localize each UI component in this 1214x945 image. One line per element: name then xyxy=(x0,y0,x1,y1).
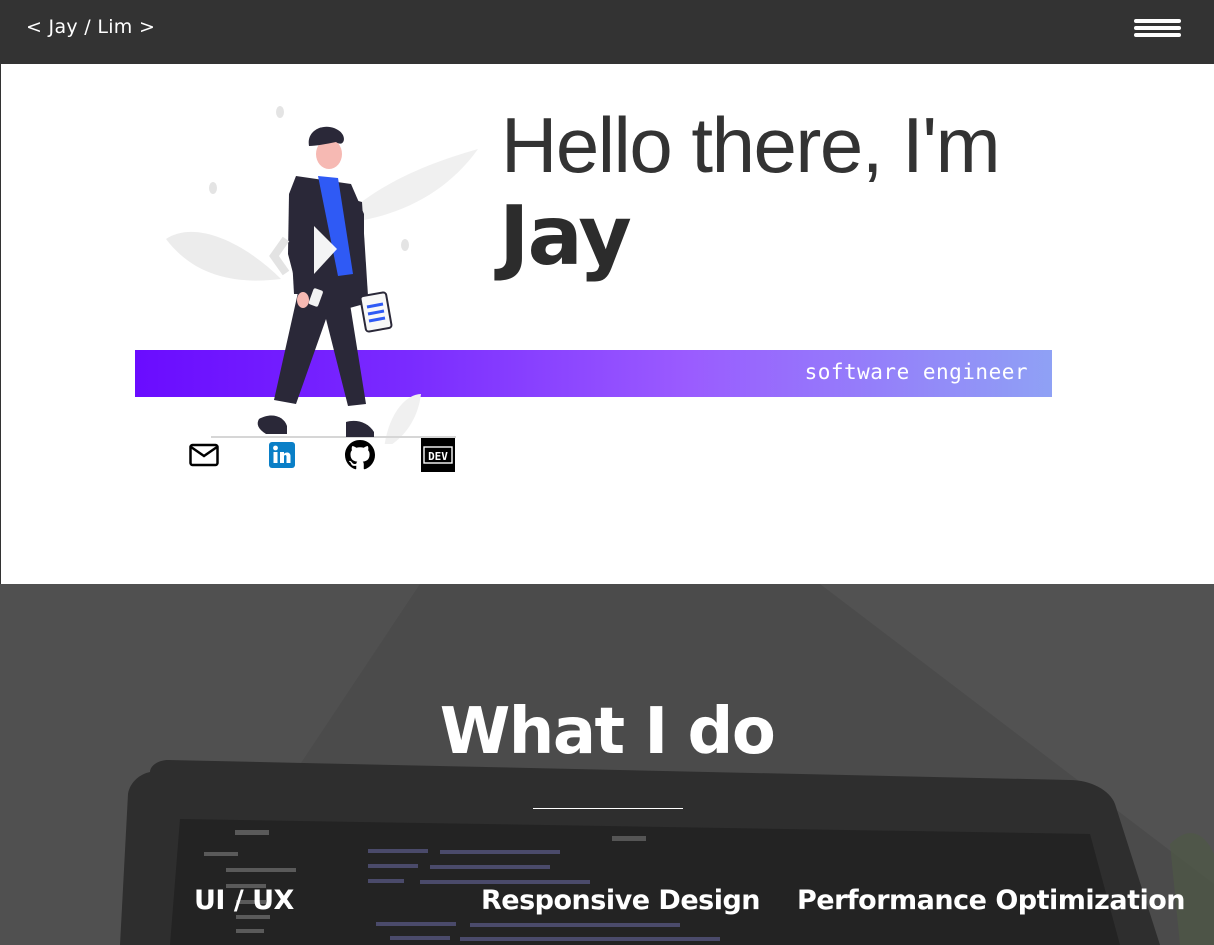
what-i-do-section: What I do UI / UX Responsive Design Perf… xyxy=(0,584,1214,945)
hamburger-line xyxy=(1134,26,1181,30)
service-ui-ux: UI / UX xyxy=(194,885,294,916)
hero-section: software engineer Hello there, I'm Jay D… xyxy=(0,64,1214,584)
dev-to-icon: DEV xyxy=(421,438,455,472)
hero-greeting: Hello there, I'm xyxy=(501,101,1001,189)
role-text: software engineer xyxy=(804,360,1028,384)
dev-to-label: DEV xyxy=(428,450,448,463)
hamburger-line xyxy=(1134,19,1181,23)
service-responsive-design: Responsive Design xyxy=(481,885,761,916)
email-link[interactable] xyxy=(187,438,221,472)
navbar: < Jay / Lim > xyxy=(0,0,1214,64)
brand-logo[interactable]: < Jay / Lim > xyxy=(26,16,155,38)
hamburger-menu-icon[interactable] xyxy=(1134,19,1181,39)
service-performance-optimization: Performance Optimization xyxy=(797,885,1186,916)
email-icon xyxy=(189,443,219,467)
dev-to-link[interactable]: DEV xyxy=(421,438,455,472)
linkedin-icon xyxy=(269,442,295,468)
section-divider xyxy=(533,808,683,809)
hero-name: Jay xyxy=(499,189,632,284)
person-standing-illustration xyxy=(166,106,478,444)
github-icon xyxy=(345,440,375,470)
github-link[interactable] xyxy=(343,438,377,472)
linkedin-link[interactable] xyxy=(265,438,299,472)
section-title: What I do xyxy=(439,695,776,769)
hamburger-line xyxy=(1134,33,1181,37)
